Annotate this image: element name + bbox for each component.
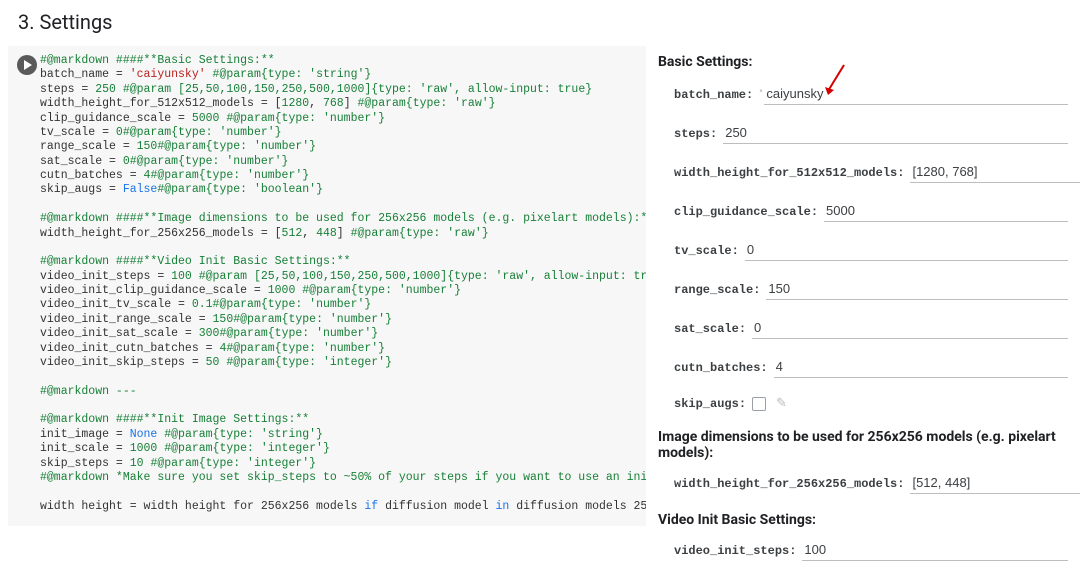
cutn-input[interactable] xyxy=(774,357,1068,378)
steps-input[interactable] xyxy=(723,123,1068,144)
field-wh512: width_height_for_512x512_models: xyxy=(674,162,1068,183)
field-steps: steps: xyxy=(674,123,1068,144)
play-icon xyxy=(23,60,33,70)
field-cutn: cutn_batches: xyxy=(674,357,1068,378)
field-clip: clip_guidance_scale: xyxy=(674,201,1068,222)
pencil-icon[interactable]: ✎ xyxy=(776,396,787,411)
field-label: range_scale xyxy=(674,283,753,297)
run-cell-button[interactable] xyxy=(17,55,37,75)
field-vsteps: video_init_steps: xyxy=(674,540,1068,561)
field-label: sat_scale xyxy=(674,322,739,336)
clip-input[interactable] xyxy=(824,201,1068,222)
field-wh256: width_height_for_256x256_models: xyxy=(674,473,1068,494)
field-label: batch_name xyxy=(674,88,746,102)
tv-input[interactable] xyxy=(745,240,1068,261)
vsteps-input[interactable] xyxy=(802,540,1068,561)
form-heading-256: Image dimensions to be used for 256x256 … xyxy=(658,429,1068,461)
field-range: range_scale: xyxy=(674,279,1068,300)
wh512-input[interactable] xyxy=(910,162,1080,183)
field-label: width_height_for_256x256_models xyxy=(674,477,897,491)
field-batch-name: batch_name: " xyxy=(674,84,1068,105)
field-sat: sat_scale: xyxy=(674,318,1068,339)
field-label: skip_augs xyxy=(674,397,739,411)
wh256-input[interactable] xyxy=(910,473,1080,494)
code-cell[interactable]: #@markdown ####**Basic Settings:** batch… xyxy=(8,46,646,526)
field-label: width_height_for_512x512_models xyxy=(674,166,897,180)
code-editor[interactable]: #@markdown ####**Basic Settings:** batch… xyxy=(40,46,646,522)
form-heading-basic: Basic Settings: xyxy=(658,54,1068,70)
sat-input[interactable] xyxy=(752,318,1068,339)
field-label: steps xyxy=(674,127,710,141)
field-skip-augs: skip_augs: ✎ xyxy=(674,396,1068,411)
form-panel: Basic Settings: batch_name: " steps: wid… xyxy=(646,46,1078,579)
field-tv: tv_scale: xyxy=(674,240,1068,261)
field-label: clip_guidance_scale xyxy=(674,205,811,219)
skip-augs-checkbox[interactable] xyxy=(752,397,766,411)
string-quote-prefix: " xyxy=(759,89,762,100)
section-heading: 3. Settings xyxy=(0,0,1080,46)
batch-name-input[interactable] xyxy=(764,84,1068,105)
range-input[interactable] xyxy=(766,279,1068,300)
field-label: tv_scale xyxy=(674,244,732,258)
field-label: video_init_steps xyxy=(674,544,789,558)
field-label: cutn_batches xyxy=(674,361,760,375)
